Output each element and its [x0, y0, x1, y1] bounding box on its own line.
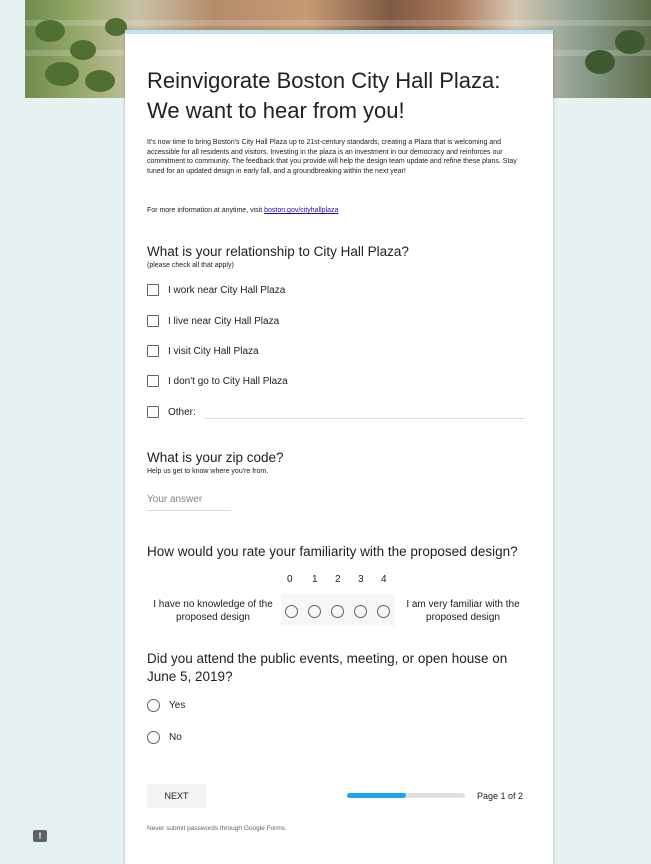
info-link[interactable]: boston.gov/cityhallplaza — [264, 207, 338, 214]
option-yes[interactable]: Yes — [147, 699, 185, 712]
option-label: I work near City Hall Plaza — [168, 284, 286, 296]
radio-button[interactable] — [147, 699, 160, 712]
scale-radio[interactable] — [285, 605, 298, 618]
password-notice: Never submit passwords through Google Fo… — [147, 825, 287, 832]
option-label: Yes — [169, 700, 186, 711]
scale-radio[interactable] — [308, 605, 321, 618]
progress-fill — [347, 793, 406, 798]
option-visit[interactable]: I visit City Hall Plaza — [147, 345, 259, 357]
scale-high-label: I am very familiar with the proposed des… — [406, 599, 520, 623]
zip-input[interactable]: Your answer — [147, 494, 231, 511]
q4-title: Did you attend the public events, meetin… — [147, 651, 508, 684]
scale-number: 4 — [381, 574, 387, 585]
scale-low-label: I have no knowledge of the proposed desi… — [153, 599, 273, 623]
q1-help: (please check all that apply) — [147, 262, 234, 269]
scale-number: 3 — [358, 574, 364, 585]
other-label: Other: — [168, 406, 196, 418]
radio-button[interactable] — [147, 731, 160, 744]
option-work-near[interactable]: I work near City Hall Plaza — [147, 284, 285, 296]
option-label: No — [169, 732, 182, 743]
next-button[interactable]: NEXT — [147, 784, 206, 808]
option-label: I don't go to City Hall Plaza — [168, 375, 288, 387]
progress-bar — [347, 793, 465, 798]
q2-title: What is your zip code? — [147, 450, 284, 465]
checkbox[interactable] — [147, 406, 159, 418]
info-text: For more information at anytime, visit — [147, 207, 265, 214]
checkbox[interactable] — [147, 284, 159, 296]
scale-number: 0 — [287, 574, 293, 585]
report-icon[interactable]: ! — [33, 830, 47, 842]
scale-number: 2 — [335, 574, 341, 585]
option-live-near[interactable]: I live near City Hall Plaza — [147, 315, 279, 327]
checkbox[interactable] — [147, 345, 159, 357]
checkbox[interactable] — [147, 315, 159, 327]
option-label: I visit City Hall Plaza — [168, 345, 259, 357]
checkbox[interactable] — [147, 375, 159, 387]
form-info: For more information at anytime, visit b… — [147, 207, 338, 214]
page-indicator: Page 1 of 2 — [477, 791, 524, 801]
scale-number: 1 — [312, 574, 318, 585]
form-title: Reinvigorate Boston City Hall Plaza: We … — [147, 68, 501, 123]
q1-title: What is your relationship to City Hall P… — [147, 244, 409, 259]
other-input[interactable] — [205, 418, 525, 419]
scale-radio[interactable] — [354, 605, 367, 618]
option-dont-go[interactable]: I don't go to City Hall Plaza — [147, 375, 288, 387]
q3-title: How would you rate your familiarity with… — [147, 544, 518, 559]
q2-help: Help us get to know where you're from. — [147, 468, 269, 475]
scale-radio[interactable] — [331, 605, 344, 618]
option-no[interactable]: No — [147, 731, 182, 744]
form-description: It's now time to bring Boston's City Hal… — [147, 139, 517, 175]
scale-radio[interactable] — [377, 605, 390, 618]
form-card: Reinvigorate Boston City Hall Plaza: We … — [125, 30, 553, 864]
option-other[interactable]: Other: — [147, 406, 196, 418]
option-label: I live near City Hall Plaza — [168, 315, 280, 327]
